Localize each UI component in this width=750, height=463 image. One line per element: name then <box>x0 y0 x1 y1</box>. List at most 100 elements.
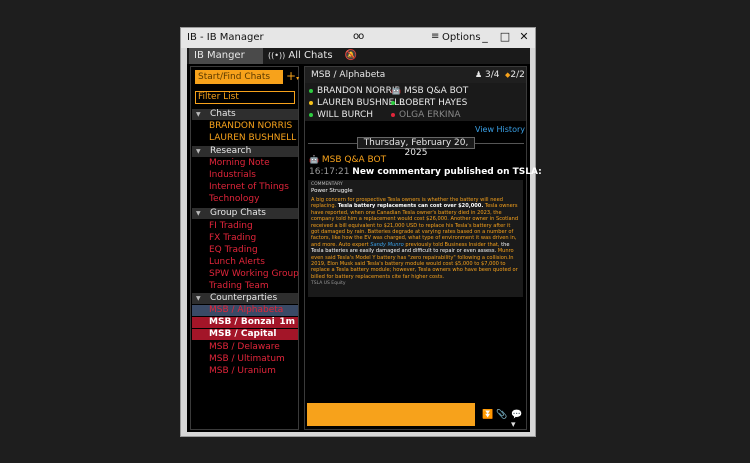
card-headline: Power Struggle <box>311 188 353 194</box>
list-item[interactable]: BRANDON NORRIS <box>209 121 297 132</box>
count-value: 3/4 <box>485 70 500 80</box>
card-body-segment: Tesla battery replacements can cost over… <box>337 203 484 210</box>
list-item[interactable]: Technology <box>209 194 297 205</box>
commentary-card[interactable]: COMMENTARY Power Struggle A big concern … <box>308 180 523 297</box>
member-item[interactable]: OLGA ERKINA <box>391 110 460 120</box>
card-body: A big concern for prospective Tesla owne… <box>311 197 520 280</box>
tab-muted[interactable]: 🔕 <box>343 48 359 64</box>
app-window: IB - IB Manager oo ≡ Options _ □ ✕ IB Ma… <box>180 27 542 437</box>
member-item[interactable]: ROBERT HAYES <box>391 98 467 108</box>
status-dot <box>309 100 313 105</box>
card-ticker: TSLA US Equity <box>311 281 346 287</box>
close-button[interactable]: ✕ <box>517 30 531 44</box>
member-item[interactable]: BRANDON NORRIS <box>309 86 400 96</box>
bot-icon: 🤖 <box>391 86 401 95</box>
collapse-icon: ▼ <box>196 111 201 118</box>
section-counterparties[interactable]: ▼ Counterparties <box>192 293 298 304</box>
section-chats[interactable]: ▼ Chats <box>192 109 298 120</box>
member-list: BRANDON NORRIS 🤖 MSB Q&A BOT LAUREN BUSHN… <box>305 83 526 121</box>
member-name: OLGA ERKINA <box>399 110 461 120</box>
list-item-unread[interactable]: MSB / Bonzai 1m <box>192 317 298 328</box>
list-item-unread[interactable]: MSB / Capital <box>192 329 298 340</box>
options-menu[interactable]: Options <box>442 32 481 43</box>
section-research[interactable]: ▼ Research <box>192 146 298 157</box>
link-icon[interactable]: oo <box>353 31 364 42</box>
tab-bar: IB Manger ((•)) All Chats 🔕 <box>187 48 530 64</box>
maximize-button[interactable]: □ <box>498 30 512 44</box>
list-item-selected[interactable]: MSB / Alphabeta <box>192 305 298 316</box>
list-item[interactable]: LAUREN BUSHNELL <box>209 133 297 144</box>
list-item-label: MSB / Bonzai <box>209 317 275 327</box>
list-item[interactable]: MSB / Uranium <box>209 366 297 377</box>
status-dot <box>391 112 395 117</box>
list-item[interactable]: FI Trading <box>209 221 297 232</box>
member-item[interactable]: 🤖 MSB Q&A BOT <box>391 86 468 96</box>
message-line: 16:17:21 New commentary published on TSL… <box>309 167 542 177</box>
list-item[interactable]: Lunch Alerts <box>209 257 297 268</box>
list-item[interactable]: FX Trading <box>209 233 297 244</box>
minimize-button[interactable]: _ <box>478 30 492 44</box>
message-input[interactable] <box>307 403 475 426</box>
status-dot <box>309 88 313 93</box>
status-dot <box>309 112 313 117</box>
window-title: IB - IB Manager <box>187 32 264 43</box>
tab-all-chats[interactable]: ((•)) All Chats <box>265 48 337 64</box>
section-label: Group Chats <box>210 208 266 218</box>
start-find-chats-input[interactable]: Start/Find Chats <box>195 70 283 84</box>
add-chat-button[interactable]: +▾ <box>286 69 299 86</box>
section-label: Chats <box>210 109 236 119</box>
section-label: Counterparties <box>210 293 278 303</box>
filter-list-input[interactable]: Filter List <box>195 91 295 104</box>
card-body-segment: previously told Business Insider that, <box>403 241 502 248</box>
attach-icon[interactable]: 📎 <box>496 410 507 420</box>
member-name: BRANDON NORRIS <box>317 86 401 96</box>
menu-icon[interactable]: ≡ <box>431 31 439 42</box>
chat-title: MSB / Alphabeta <box>311 70 386 80</box>
list-item[interactable]: SPW Working Group <box>209 269 299 280</box>
collapse-icon: ▼ <box>196 210 201 217</box>
tab-label: IB Manger <box>194 50 245 61</box>
count-value: 2/2 <box>510 70 525 80</box>
card-body-segment: Sandy Munro <box>370 241 404 248</box>
sender-name: MSB Q&A BOT <box>321 155 387 165</box>
member-name: MSB Q&A BOT <box>403 86 469 96</box>
chat-panel: MSB / Alphabeta ♟ 3/4 ◆2/2 BRANDON NORRI… <box>304 66 542 430</box>
section-group-chats[interactable]: ▼ Group Chats <box>192 208 298 219</box>
member-item[interactable]: WILL BURCH <box>309 110 373 120</box>
list-item[interactable]: Morning Note <box>209 158 297 169</box>
member-name: WILL BURCH <box>317 110 374 120</box>
chat-list-panel: Start/Find Chats +▾ Filter List ▼ Chats … <box>190 66 299 430</box>
broadcast-icon: ((•)) <box>268 51 286 60</box>
chat-header: MSB / Alphabeta ♟ 3/4 ◆2/2 <box>305 67 526 83</box>
view-history-link[interactable]: View History <box>475 125 525 134</box>
scroll-down-icon[interactable]: ⏬ <box>482 410 493 420</box>
collapse-icon: ▼ <box>196 148 201 155</box>
section-label: Research <box>210 146 252 156</box>
status-dot <box>391 100 395 105</box>
online-count[interactable]: ◆2/2 <box>505 67 525 83</box>
list-item[interactable]: Industrials <box>209 170 297 181</box>
list-item[interactable]: Internet of Things <box>209 182 297 193</box>
person-icon: ♟ <box>475 70 483 79</box>
list-item[interactable]: MSB / Delaware <box>209 342 297 353</box>
card-category: COMMENTARY <box>311 182 343 187</box>
participants-count[interactable]: ♟ 3/4 <box>475 67 500 83</box>
unread-time: 1m <box>279 317 295 327</box>
list-item[interactable]: EQ Trading <box>209 245 297 256</box>
main-area: IB Manger ((•)) All Chats 🔕 Start/Find C… <box>187 48 542 432</box>
bell-muted-icon: 🔕 <box>344 50 358 61</box>
date-label: Thursday, February 20, 2025 <box>357 137 475 158</box>
list-item[interactable]: MSB / Ultimatum <box>209 354 297 365</box>
plus-icon: + <box>286 69 297 83</box>
title-bar[interactable]: IB - IB Manager oo ≡ Options _ □ ✕ <box>181 28 535 48</box>
member-item[interactable]: LAUREN BUSHNELL <box>309 98 404 108</box>
member-name: ROBERT HAYES <box>399 98 468 108</box>
collapse-icon: ▼ <box>196 295 201 302</box>
message-sender: 🤖 MSB Q&A BOT <box>309 155 386 165</box>
chat-options-icon[interactable]: 💬▾ <box>511 410 526 430</box>
message-time: 16:17:21 <box>309 167 350 177</box>
tab-ib-manager[interactable]: IB Manger <box>189 48 263 64</box>
list-item[interactable]: Trading Team <box>209 281 297 292</box>
message-text: New commentary published on TSLA: <box>352 167 542 177</box>
bot-icon: 🤖 <box>309 155 319 164</box>
